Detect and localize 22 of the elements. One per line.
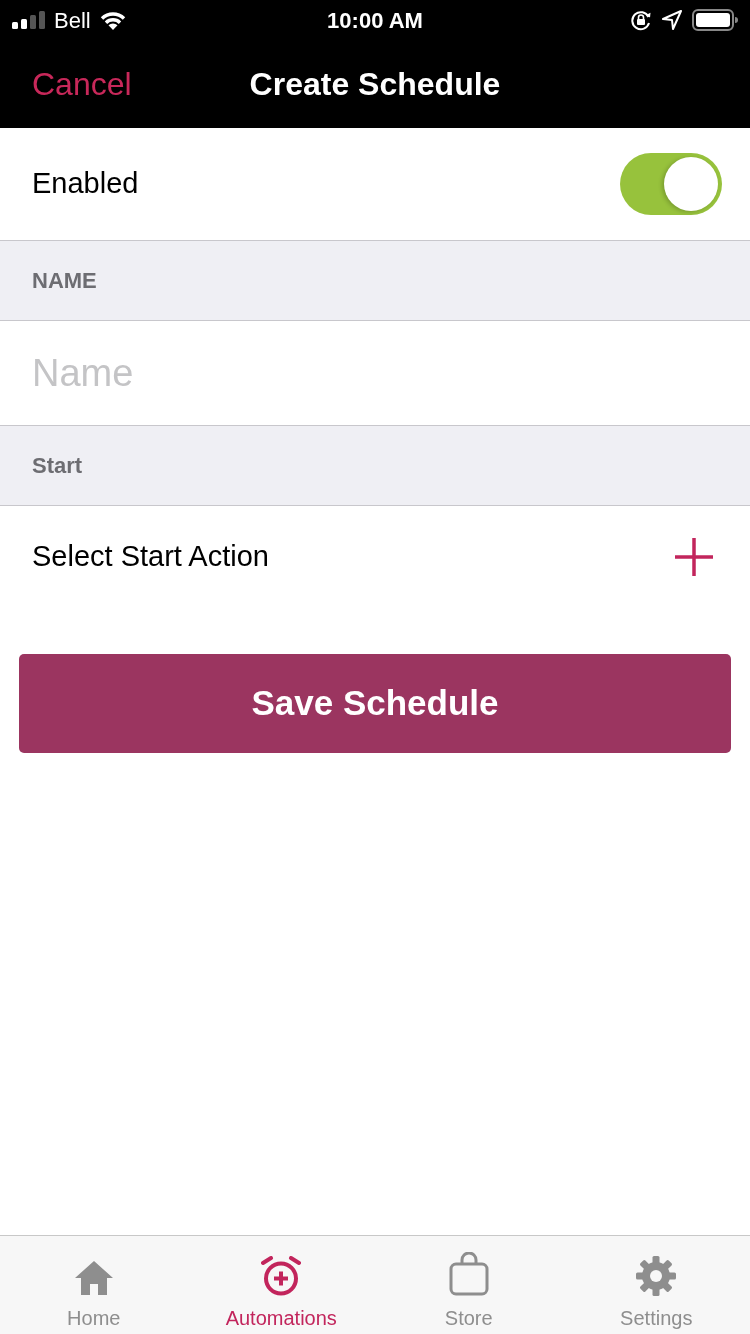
- section-header: Start: [0, 426, 750, 506]
- tab-item[interactable]: Automations: [187, 1236, 375, 1334]
- save-schedule-button[interactable]: Save Schedule: [19, 654, 731, 753]
- tab-item[interactable]: Settings: [562, 1236, 750, 1334]
- battery-icon: [692, 9, 738, 31]
- home-icon: [73, 1260, 114, 1296]
- settings-icon: [636, 1256, 677, 1296]
- location-arrow-icon: [662, 10, 682, 30]
- screen-title: Create Schedule: [249, 65, 501, 104]
- rotation-lock-icon: [630, 9, 652, 31]
- carrier-name: Bell: [54, 6, 91, 35]
- enabled-label: Enabled: [32, 166, 139, 202]
- shopping-bag-icon: [448, 1252, 489, 1296]
- alarm-clock-plus-icon: [261, 1256, 302, 1296]
- wifi-icon: [98, 10, 127, 30]
- status-time: 10:00 AM: [327, 6, 423, 35]
- signal-icon: [12, 11, 46, 29]
- cancel-button[interactable]: Cancel: [32, 60, 132, 108]
- section-header: NAME: [0, 241, 750, 321]
- tab-item[interactable]: Store: [375, 1236, 563, 1334]
- tab-item[interactable]: Home: [0, 1236, 188, 1334]
- plus-icon: [675, 537, 713, 576]
